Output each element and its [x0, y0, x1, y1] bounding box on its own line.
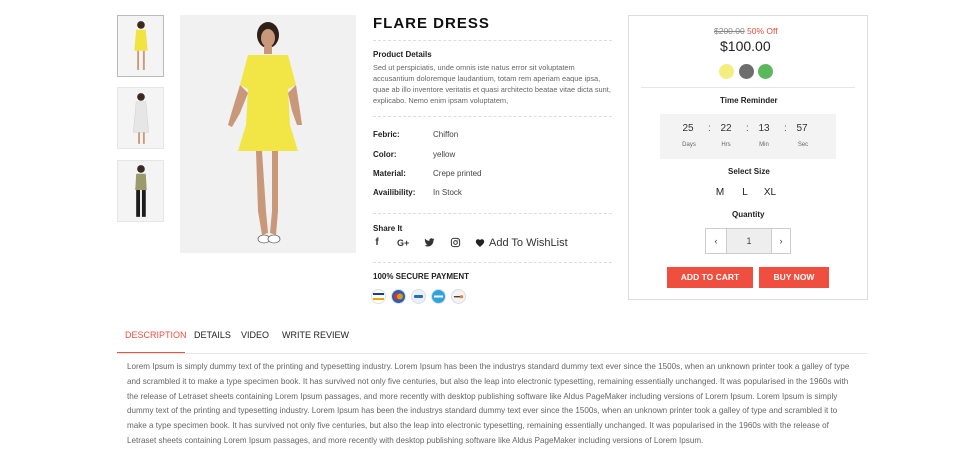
thumbnail-white-dress[interactable]	[117, 87, 164, 149]
tab-video[interactable]: VIDEO	[241, 330, 269, 340]
product-thumbnail-image	[118, 161, 163, 221]
color-swatch-green[interactable]	[758, 64, 773, 79]
size-option-l[interactable]: L	[737, 187, 753, 201]
share-heading: Share It	[373, 224, 403, 233]
current-price: $100.00	[720, 38, 771, 54]
tab-description[interactable]: DESCRIPTION	[125, 330, 187, 340]
spec-label-fabric: Febric:	[373, 130, 400, 139]
spec-value-fabric: Chiffon	[433, 130, 459, 139]
size-option-m[interactable]: M	[712, 187, 728, 201]
twitter-icon[interactable]	[423, 237, 435, 249]
secure-payment-heading: 100% SECURE PAYMENT	[373, 272, 470, 281]
timer-seconds-value: 57	[796, 123, 808, 134]
amex-icon	[431, 289, 446, 304]
divider	[373, 213, 612, 214]
model-yellow-dress-image	[180, 15, 356, 253]
product-details-heading: Product Details	[373, 50, 432, 59]
tab-write-review[interactable]: WRITE REVIEW	[282, 330, 349, 340]
spec-value-availability: In Stock	[433, 188, 462, 197]
spec-label-availability: Availibility:	[373, 188, 416, 197]
color-swatch-yellow[interactable]	[719, 64, 734, 79]
product-thumbnail-image	[118, 88, 163, 148]
timer-days-label: Days	[682, 142, 696, 148]
spec-value-material: Crepe printed	[433, 169, 482, 178]
spec-label-color: Color:	[373, 150, 397, 159]
heart-icon	[475, 239, 485, 247]
color-swatch-gray[interactable]	[739, 64, 754, 79]
spec-label-material: Material:	[373, 169, 406, 178]
discount-badge: 50% Off	[747, 26, 778, 36]
mastercard-icon	[391, 289, 406, 304]
quantity-increase-button[interactable]: ›	[771, 228, 791, 254]
instagram-icon[interactable]	[449, 237, 461, 249]
select-size-heading: Select Size	[728, 167, 770, 176]
time-reminder-heading: Time Reminder	[720, 96, 778, 105]
google-plus-icon[interactable]: G+	[397, 237, 409, 249]
add-to-cart-button[interactable]: ADD TO CART	[667, 267, 753, 288]
tabs-divider	[117, 353, 867, 354]
spec-value-color: yellow	[433, 150, 456, 159]
divider	[373, 262, 612, 263]
timer-hours-value: 22	[720, 123, 732, 134]
product-title: FLARE DRESS	[373, 15, 490, 32]
quantity-input[interactable]: 1	[727, 228, 771, 254]
facebook-icon[interactable]: f	[371, 237, 383, 249]
active-tab-indicator	[117, 352, 185, 353]
quantity-heading: Quantity	[732, 210, 765, 219]
size-option-xl[interactable]: XL	[760, 187, 780, 201]
payment-methods	[371, 289, 471, 304]
quantity-decrease-button[interactable]: ‹	[705, 228, 727, 254]
wishlist-label: Add To WishList	[489, 237, 568, 249]
timer-minutes-value: 13	[758, 123, 770, 134]
divider	[373, 116, 612, 117]
thumbnail-olive-top[interactable]	[117, 160, 164, 222]
divider	[373, 40, 612, 41]
share-row: f G+ Add To WishList	[371, 236, 568, 250]
description-text: Lorem Ipsum is simply dummy text of the …	[127, 362, 850, 445]
add-to-wishlist-button[interactable]: Add To WishList	[475, 237, 568, 249]
timer-seconds-label: Sec	[797, 142, 809, 148]
product-thumbnail-image	[118, 16, 163, 76]
paypal-icon	[411, 289, 426, 304]
tab-details[interactable]: DETAILS	[194, 330, 231, 340]
timer-days-value: 25	[682, 123, 694, 134]
old-price: $200.00	[714, 26, 745, 36]
divider	[641, 87, 855, 88]
product-description: Sed ut perspiciatis, unde omnis iste nat…	[373, 63, 611, 105]
countdown-timer: 25 : 22 : 13 : 57 Days Hrs Min Sec	[660, 114, 836, 159]
visa-icon	[371, 289, 386, 304]
thumbnail-yellow-dress[interactable]	[117, 15, 164, 77]
main-product-image	[180, 15, 356, 253]
timer-minutes-label: Min	[759, 142, 769, 148]
timer-hours-label: Hrs	[721, 142, 731, 148]
buy-now-button[interactable]: BUY NOW	[759, 267, 829, 288]
discover-icon	[451, 289, 466, 304]
